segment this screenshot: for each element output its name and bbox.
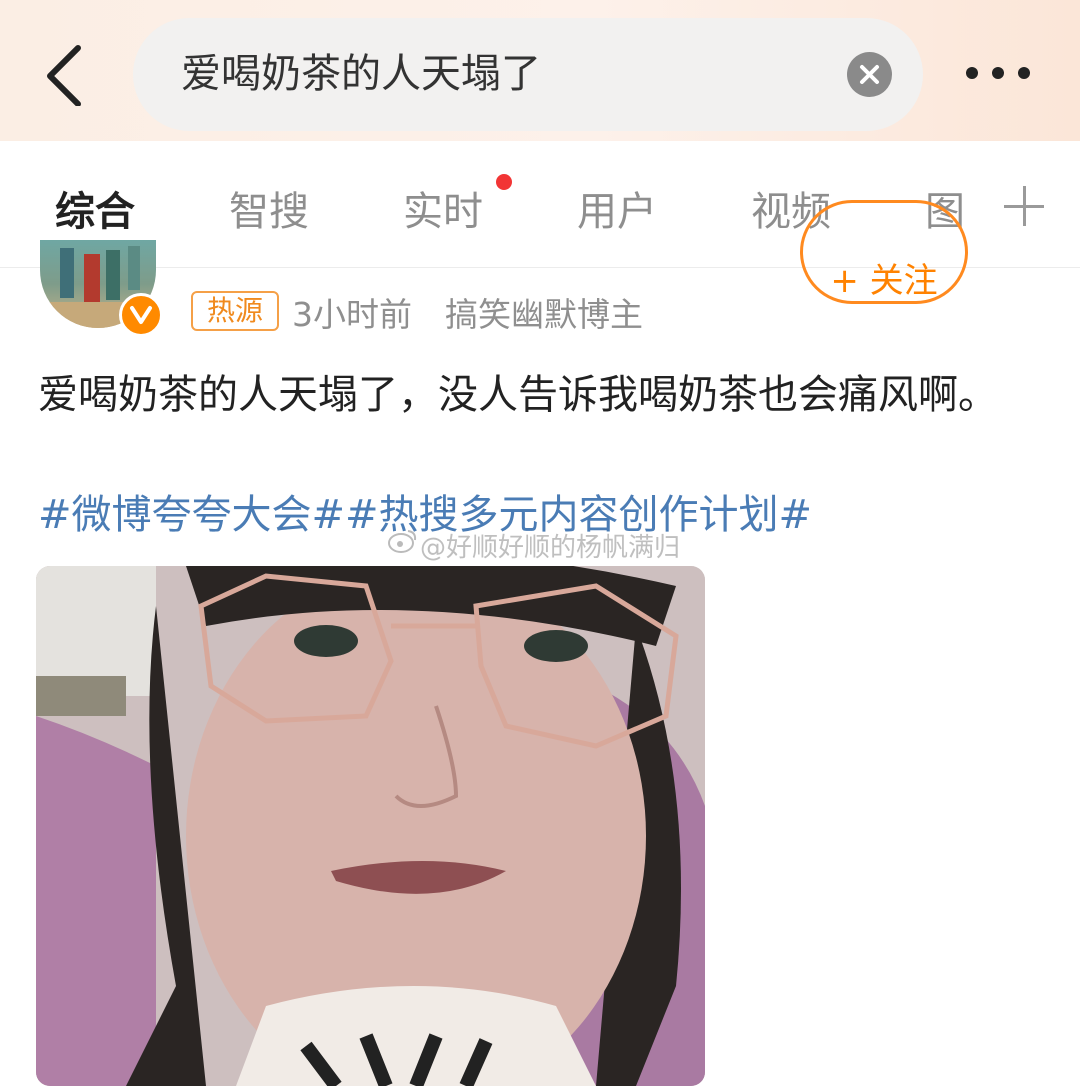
close-icon[interactable] — [847, 52, 892, 97]
back-icon[interactable] — [36, 42, 96, 107]
verified-v-icon — [119, 293, 163, 337]
tab-users[interactable]: 用户 — [577, 179, 657, 237]
post-time: 3小时前 — [292, 295, 412, 334]
hot-source-badge: 热源 — [191, 291, 279, 331]
new-content-dot — [496, 174, 512, 190]
image-watermark: @好顺好顺的杨帆满归 — [420, 533, 681, 563]
post-image[interactable] — [36, 566, 705, 1086]
post-text: 爱喝奶茶的人天塌了，没人告诉我喝奶茶也会痛风啊。 — [38, 372, 998, 418]
tab-comprehensive[interactable]: 综合 — [55, 179, 135, 237]
search-input[interactable]: 爱喝奶茶的人天塌了 — [133, 18, 923, 131]
hashtag-link[interactable]: #微博夸夸大会# — [38, 492, 345, 538]
search-query: 爱喝奶茶的人天塌了 — [181, 51, 541, 97]
follow-label: + 关注 — [830, 261, 938, 301]
tab-smart-search[interactable]: 智搜 — [229, 179, 309, 237]
author-description: 搞笑幽默博主 — [445, 295, 643, 334]
more-dots-icon[interactable] — [966, 64, 1032, 84]
follow-button[interactable]: + 关注 — [800, 200, 968, 304]
search-header: 爱喝奶茶的人天塌了 — [0, 0, 1080, 141]
plus-icon[interactable] — [1004, 186, 1044, 226]
weibo-logo-icon — [388, 528, 418, 554]
tab-realtime[interactable]: 实时 — [403, 179, 483, 237]
